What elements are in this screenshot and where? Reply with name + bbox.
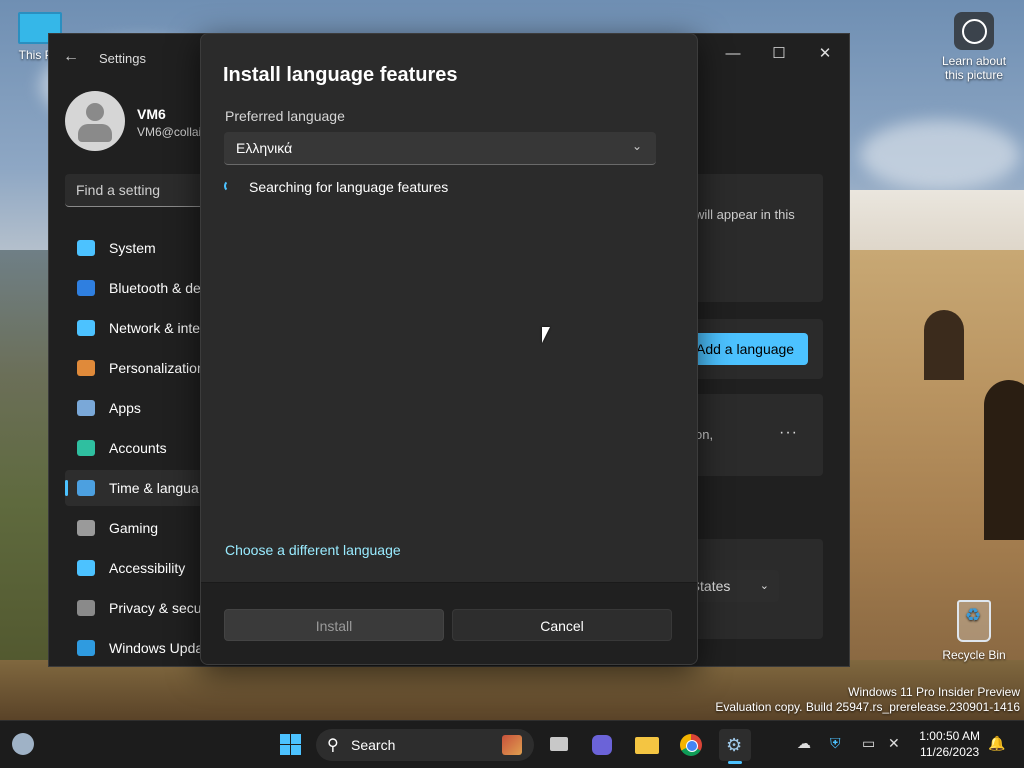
network-off-icon[interactable]: ☁: [797, 735, 811, 752]
learn-about-picture-icon[interactable]: Learn about this picture: [934, 12, 1014, 82]
windows-logo-tile: [291, 745, 301, 755]
display-icon[interactable]: ▭: [862, 735, 875, 752]
settings-taskbar-button[interactable]: ⚙: [719, 729, 751, 761]
card-description: will appear in this: [695, 207, 795, 222]
taskbar-search[interactable]: ⚲ Search: [316, 729, 534, 761]
chevron-down-icon: ⌄: [759, 580, 769, 592]
choose-different-language-link[interactable]: Choose a different language: [225, 542, 401, 558]
user-name: VM6: [137, 106, 166, 122]
dialog-footer: Install Cancel: [201, 582, 697, 664]
chrome-button[interactable]: [675, 729, 707, 761]
maximize-button[interactable]: ☐: [756, 39, 802, 69]
mouse-cursor-icon: [542, 327, 550, 343]
selected-language: Ελληνικά: [236, 140, 293, 156]
find-placeholder: Find a setting: [76, 182, 161, 198]
sidebar-item-label: Gaming: [109, 520, 159, 536]
learn-label: Learn about this picture: [941, 54, 1007, 82]
window-title: Settings: [99, 51, 146, 66]
volume-muted-icon[interactable]: ✕: [888, 735, 900, 752]
active-app-indicator: [728, 761, 742, 764]
recycle-bin-desktop-icon[interactable]: Recycle Bin: [934, 600, 1014, 662]
sidebar-item-label: Accounts: [109, 440, 167, 456]
bridge-arch: [924, 310, 964, 380]
teams-chat-button[interactable]: [586, 729, 618, 761]
sidebar-item-label: System: [109, 240, 156, 256]
loading-spinner-icon: [224, 180, 236, 192]
user-email: VM6@collai: [137, 125, 202, 139]
task-view-button[interactable]: [544, 729, 576, 761]
watermark-line2: Evaluation copy. Build 25947.rs_prerelea…: [715, 700, 1020, 714]
search-label: Search: [351, 737, 396, 753]
dialog-title: Install language features: [223, 64, 458, 86]
preferred-language-label: Preferred language: [225, 108, 345, 124]
sidebar-item-label: Privacy & secu: [109, 600, 202, 616]
chat-icon: [592, 735, 612, 755]
install-language-features-dialog: Install language features Preferred lang…: [200, 33, 698, 665]
sidebar-item-label: Personalization: [109, 360, 205, 376]
clock-date: 11/26/2023: [920, 745, 980, 759]
start-button[interactable]: [276, 729, 308, 761]
status-text: Searching for language features: [249, 179, 449, 195]
controller-icon: [77, 520, 95, 536]
add-language-button[interactable]: Add a language: [686, 333, 808, 365]
globe-clock-icon: [77, 480, 95, 496]
clock-time: 1:00:50 AM: [919, 729, 980, 743]
sidebar-item-label: Time & langua: [109, 480, 199, 496]
monitor-icon: [77, 240, 95, 256]
preferred-language-dropdown[interactable]: Ελληνικά ⌄: [224, 132, 656, 165]
gear-icon: ⚙: [726, 735, 743, 755]
watermark-line1: Windows 11 Pro Insider Preview: [848, 685, 1020, 699]
bridge-arch: [984, 380, 1024, 540]
weather-icon[interactable]: [12, 733, 34, 755]
windows-logo-tile: [280, 745, 290, 755]
taskbar: ⚲ Search ⚙ ☁ ⛨ ▭ ✕ 1:00:50 AM 11/26/2023…: [0, 720, 1024, 768]
chevron-down-icon: ⌄: [631, 139, 642, 153]
file-explorer-button[interactable]: [631, 729, 663, 761]
accessibility-icon: [77, 560, 95, 576]
defender-shield-icon[interactable]: ⛨: [830, 735, 841, 752]
folder-icon: [635, 737, 659, 754]
search-icon: ⚲: [327, 737, 339, 754]
recycle-bin-icon: [957, 600, 991, 642]
person-icon: [77, 440, 95, 456]
avatar[interactable]: [65, 91, 125, 151]
task-view-icon: [550, 737, 568, 751]
install-button[interactable]: Install: [224, 609, 444, 641]
evaluation-watermark: Windows 11 Pro Insider Preview Evaluatio…: [715, 685, 1020, 715]
system-clock[interactable]: 1:00:50 AM 11/26/2023: [919, 728, 980, 760]
windows-logo-icon: [280, 734, 290, 744]
more-options-icon[interactable]: ···: [779, 424, 798, 442]
minimize-button[interactable]: —: [710, 39, 756, 69]
sidebar-item-label: Bluetooth & de: [109, 280, 201, 296]
sidebar-item-label: Accessibility: [109, 560, 186, 576]
shield-icon: [77, 600, 95, 616]
notification-bell-icon[interactable]: 🔔: [988, 735, 1005, 752]
search-highlight-icon: [502, 735, 522, 755]
sidebar-item-label: Windows Upda: [109, 640, 204, 656]
sidebar-item-label: Network & inte: [109, 320, 201, 336]
brush-icon: [77, 360, 95, 376]
wifi-icon: [77, 320, 95, 336]
close-button[interactable]: ✕: [802, 39, 848, 69]
cancel-button[interactable]: Cancel: [452, 609, 672, 641]
update-icon: [77, 640, 95, 656]
camera-icon: [954, 12, 994, 50]
recycle-bin-label: Recycle Bin: [942, 648, 1006, 662]
back-arrow-icon[interactable]: ←: [63, 48, 83, 68]
chrome-icon: [680, 734, 702, 756]
sidebar-item-label: Apps: [109, 400, 141, 416]
cloud: [860, 120, 1020, 190]
windows-logo-tile: [291, 734, 301, 744]
apps-icon: [77, 400, 95, 416]
bluetooth-icon: [77, 280, 95, 296]
